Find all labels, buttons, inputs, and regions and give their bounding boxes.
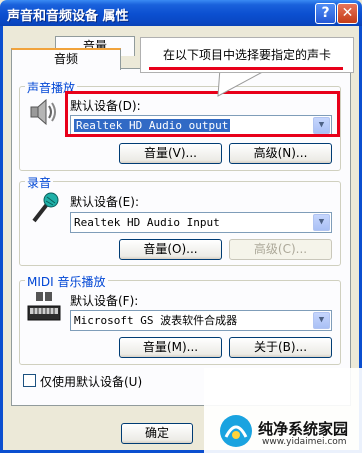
window-title: 声音和音频设备 属性 bbox=[7, 9, 129, 24]
midi-device-value: Microsoft GS 波表软件合成器 bbox=[74, 314, 238, 327]
recording-device-value: Realtek HD Audio Input bbox=[74, 216, 220, 229]
recording-volume-button[interactable]: 音量(O)... bbox=[119, 239, 222, 260]
speaker-icon bbox=[30, 98, 56, 126]
help-button[interactable]: ? bbox=[315, 3, 336, 24]
ok-button[interactable]: 确定 bbox=[121, 423, 193, 444]
callout-underline bbox=[149, 67, 343, 70]
playback-volume-button[interactable]: 音量(V)... bbox=[119, 143, 222, 164]
midi-volume-button[interactable]: 音量(M)... bbox=[119, 337, 222, 358]
tab-audio[interactable]: 音频 bbox=[11, 48, 121, 70]
midi-default-device-label: 默认设备(F): bbox=[70, 294, 139, 308]
watermark-url: www.yidaimei.com bbox=[262, 437, 347, 447]
recording-default-device-label: 默认设备(E): bbox=[70, 195, 139, 209]
midi-device-select[interactable]: Microsoft GS 波表软件合成器 ▼ bbox=[70, 310, 332, 331]
use-default-only-label[interactable]: 仅使用默认设备(U) bbox=[40, 373, 142, 390]
chevron-down-icon[interactable]: ▼ bbox=[313, 312, 330, 329]
midi-about-button[interactable]: 关于(B)... bbox=[229, 337, 332, 358]
playback-advanced-button[interactable]: 高级(N)... bbox=[229, 143, 332, 164]
close-button[interactable]: ✕ bbox=[337, 3, 358, 24]
recording-device-select[interactable]: Realtek HD Audio Input ▼ bbox=[70, 212, 332, 233]
recording-group-title: 录音 bbox=[25, 174, 54, 191]
title-bar: 声音和音频设备 属性 ? ✕ bbox=[0, 0, 362, 26]
midi-keyboard-icon bbox=[27, 292, 61, 321]
watermark-logo-icon bbox=[220, 415, 252, 447]
watermark-title: 纯净系统家园 bbox=[258, 420, 349, 438]
recording-advanced-button: 高级(C)... bbox=[229, 239, 332, 260]
microphone-icon bbox=[32, 192, 59, 223]
use-default-only-checkbox[interactable] bbox=[23, 374, 36, 387]
midi-group-title: MIDI 音乐播放 bbox=[25, 273, 108, 290]
chevron-down-icon[interactable]: ▼ bbox=[313, 214, 330, 231]
